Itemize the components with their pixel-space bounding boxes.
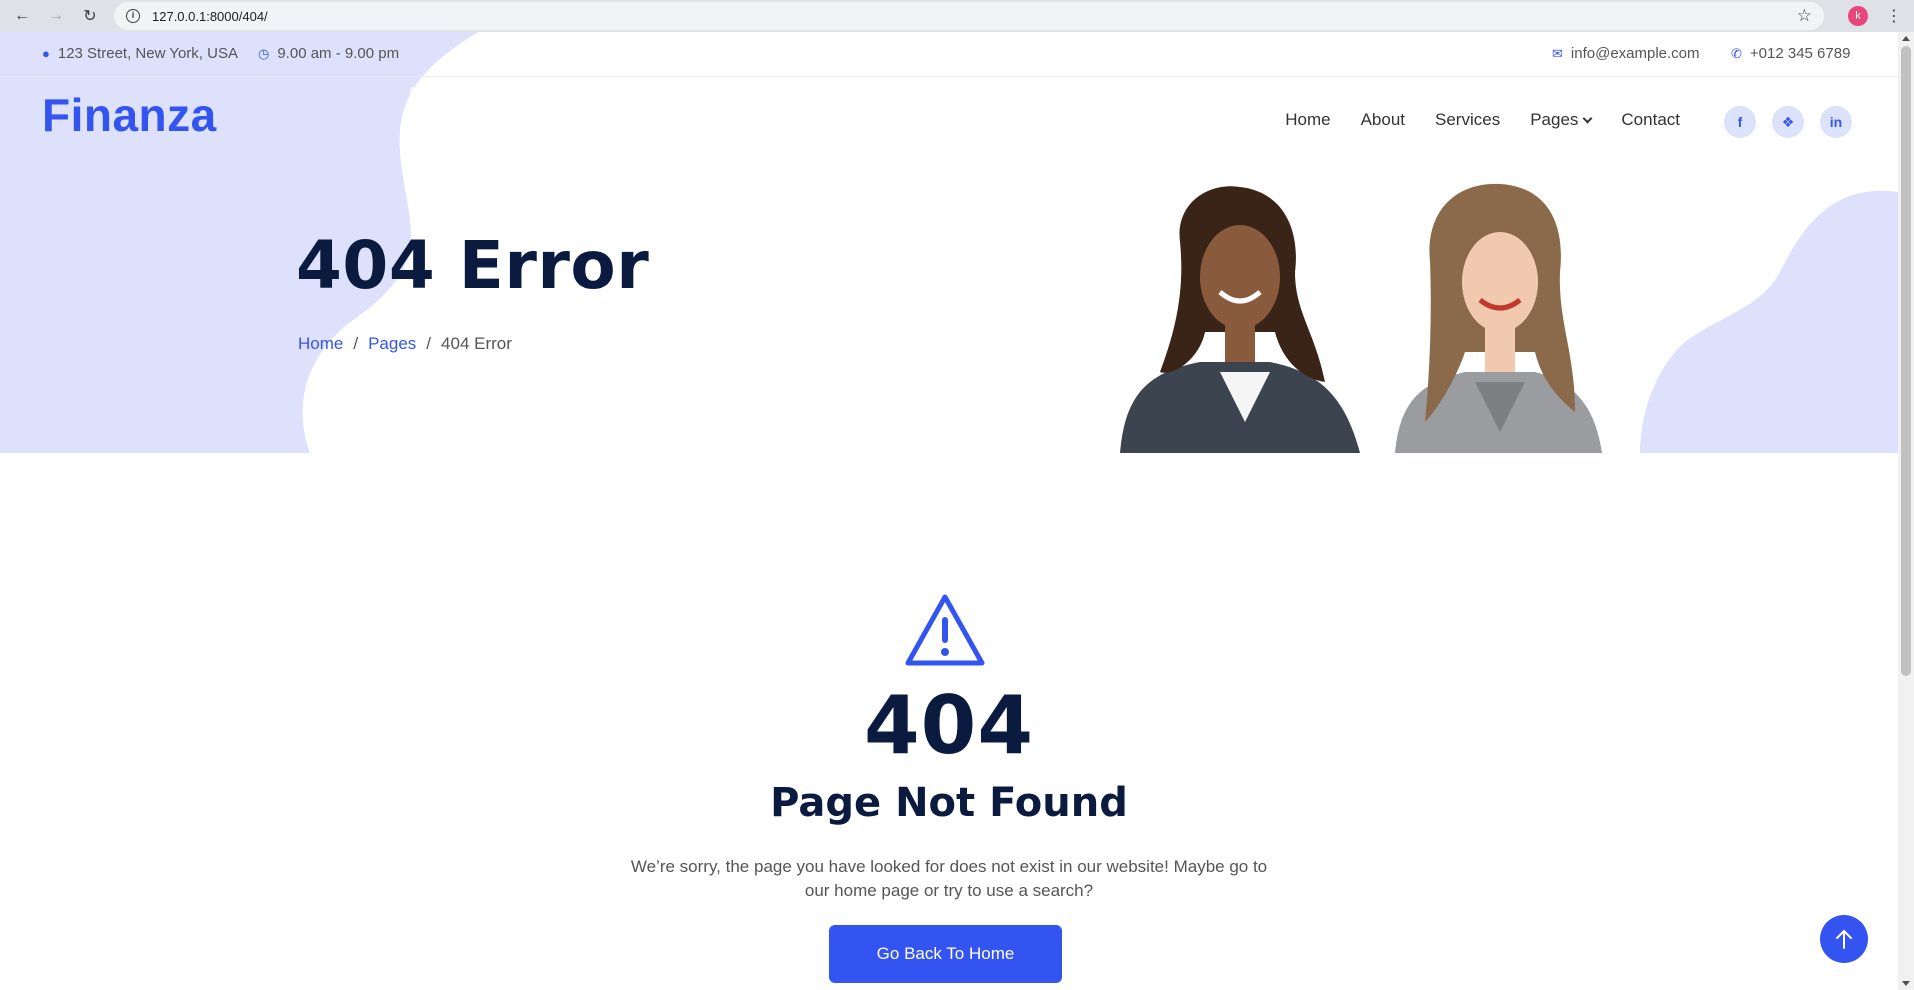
arrow-up-icon [1836,929,1852,949]
error-section: 404 Page Not Found We’re sorry, the page… [0,453,1898,990]
address-text: 123 Street, New York, USA [57,45,238,62]
facebook-icon[interactable]: f [1724,106,1756,138]
forward-icon[interactable]: → [42,2,70,30]
scrollbar-thumb[interactable] [1901,46,1911,676]
hours-item: ◷ 9.00 am - 9.00 pm [258,45,399,62]
address-item: ● 123 Street, New York, USA [42,45,238,62]
error-heading: Page Not Found [770,780,1128,826]
back-icon[interactable]: ← [8,2,36,30]
phone-text[interactable]: +012 345 6789 [1750,45,1851,62]
social-links: f ❖ in [1724,106,1852,138]
error-message: We’re sorry, the page you have looked fo… [630,857,1268,900]
bookmark-star-icon[interactable]: ☆ [1797,6,1812,26]
go-back-home-button[interactable]: Go Back To Home [829,925,1062,983]
map-marker-icon: ● [42,46,50,61]
breadcrumb-separator: / [353,334,359,353]
main-nav: Home About Services Pages Contact [1285,110,1680,130]
clock-icon: ◷ [258,45,270,61]
page-scrollbar[interactable] [1898,32,1914,990]
email-item[interactable]: ✉ info@example.com [1552,45,1700,62]
back-to-top-button[interactable] [1820,915,1868,963]
scroll-up-icon[interactable] [1902,36,1910,41]
page-title: 404 Error [296,227,650,304]
chevron-down-icon [1582,113,1593,123]
nav-item-home[interactable]: Home [1285,110,1330,130]
breadcrumb-pages[interactable]: Pages [368,334,416,354]
nav-item-about[interactable]: About [1361,110,1405,130]
page-viewport: ● 123 Street, New York, USA ◷ 9.00 am - … [0,32,1898,990]
browser-menu-icon[interactable]: ⋮ [1886,6,1902,26]
breadcrumb-home[interactable]: Home [298,334,343,354]
reload-icon[interactable]: ↻ [76,2,104,30]
breadcrumb-separator: / [426,334,432,353]
breadcrumb-current: 404 Error [441,334,512,353]
brand-logo[interactable]: Finanza [42,88,217,142]
scroll-down-icon[interactable] [1902,981,1910,986]
profile-avatar[interactable]: k [1848,6,1868,26]
nav-item-contact[interactable]: Contact [1621,110,1680,130]
address-bar[interactable]: i 127.0.0.1:8000/404/ ☆ [114,2,1824,30]
linkedin-icon[interactable]: in [1820,106,1852,138]
twitter-icon[interactable]: ❖ [1772,106,1804,138]
top-info-bar: ● 123 Street, New York, USA ◷ 9.00 am - … [0,32,1898,77]
error-code: 404 [864,679,1034,772]
nav-item-pages-label: Pages [1530,110,1579,129]
page-header: ● 123 Street, New York, USA ◷ 9.00 am - … [0,32,1898,453]
breadcrumb: Home / Pages / 404 Error [298,334,512,354]
browser-toolbar: ← → ↻ i 127.0.0.1:8000/404/ ☆ k ⋮ [0,0,1914,32]
nav-item-pages[interactable]: Pages [1530,110,1593,130]
email-text[interactable]: info@example.com [1571,45,1700,62]
phone-item[interactable]: ✆ +012 345 6789 [1731,45,1850,62]
envelope-icon: ✉ [1552,45,1563,61]
url-text: 127.0.0.1:8000/404/ [152,8,268,24]
site-info-icon[interactable]: i [126,9,140,23]
phone-icon: ✆ [1731,45,1742,61]
nav-item-services[interactable]: Services [1435,110,1500,130]
hero-people-image [1120,183,1602,453]
warning-icon [905,594,985,666]
hours-text: 9.00 am - 9.00 pm [277,45,400,62]
